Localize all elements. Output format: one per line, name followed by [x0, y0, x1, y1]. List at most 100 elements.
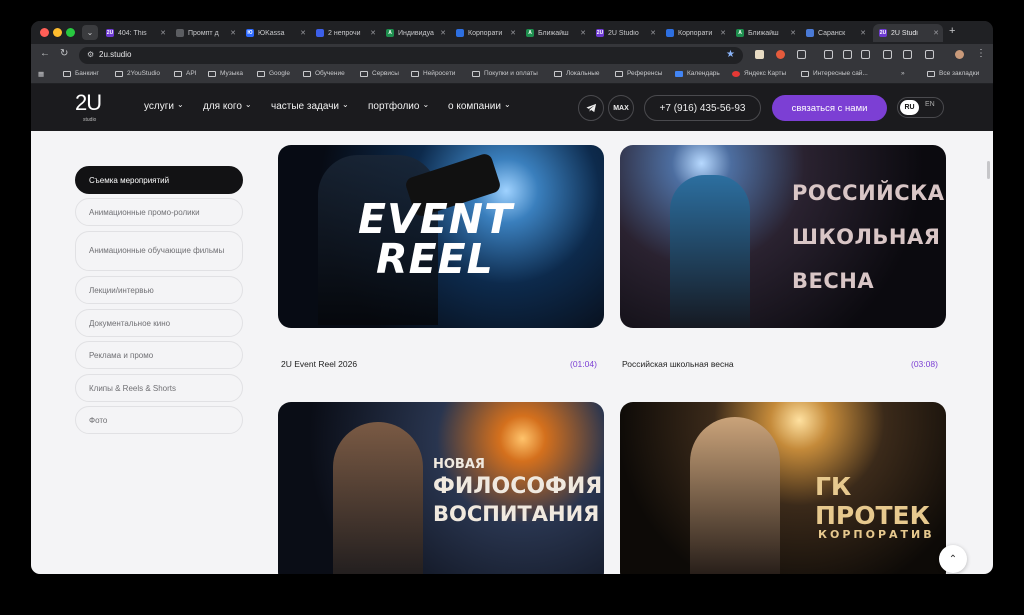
- bookmark-label: Интересные сай...: [813, 70, 868, 77]
- tab-favicon: A: [526, 29, 534, 37]
- browser-tab-active[interactable]: 2U 2U Studi ✕: [873, 24, 943, 42]
- bookmark-label: Google: [269, 70, 290, 77]
- language-en-option[interactable]: EN: [925, 101, 935, 108]
- extension-icon[interactable]: [861, 50, 870, 59]
- category-animated-promo[interactable]: Анимационные промо-ролики: [75, 198, 243, 226]
- profile-avatar[interactable]: [955, 50, 964, 59]
- tab-search-icon[interactable]: ⌄: [82, 25, 98, 40]
- extension-icon[interactable]: [776, 50, 785, 59]
- extension-icon[interactable]: [755, 50, 764, 59]
- bookmark-item[interactable]: Референсы: [615, 70, 662, 77]
- close-icon[interactable]: ✕: [580, 29, 586, 37]
- minimize-window-button[interactable]: [53, 28, 62, 37]
- url-text[interactable]: 2u.studio: [99, 50, 131, 59]
- nav-portfolio[interactable]: портфолио: [368, 101, 429, 112]
- bookmark-item[interactable]: Банкинг: [63, 70, 99, 77]
- browser-tab[interactable]: 2 непрочи ✕: [310, 24, 380, 42]
- nav-about[interactable]: о компании: [448, 101, 511, 112]
- nav-tasks[interactable]: частые задачи: [271, 101, 349, 112]
- close-icon[interactable]: ✕: [720, 29, 726, 37]
- language-switcher[interactable]: RU EN: [897, 97, 944, 118]
- browser-tab[interactable]: Корпорати ✕: [660, 24, 730, 42]
- scroll-to-top-button[interactable]: ⌃: [939, 545, 967, 573]
- browser-tab[interactable]: Саранск ✕: [800, 24, 870, 42]
- reload-icon[interactable]: ↻: [60, 48, 68, 59]
- video-title[interactable]: Российская школьная весна: [622, 359, 734, 369]
- page-scrollbar[interactable]: [987, 161, 990, 179]
- tab-favicon: Ю: [246, 29, 254, 37]
- bookmark-label: Календарь: [687, 70, 720, 77]
- category-animated-training[interactable]: Анимационные обучающие фильмы: [75, 231, 243, 271]
- category-ads-promo[interactable]: Реклама и промо: [75, 341, 243, 369]
- category-lectures-interviews[interactable]: Лекции/интервью: [75, 276, 243, 304]
- video-card-thumbnail[interactable]: EVENT REEL: [278, 145, 604, 328]
- browser-tab[interactable]: 2U 404: This ✕: [100, 24, 170, 42]
- bookmark-item[interactable]: Google: [257, 70, 290, 77]
- browser-tab[interactable]: Корпорати ✕: [450, 24, 520, 42]
- bookmark-item[interactable]: Сервисы: [360, 70, 399, 77]
- qr-icon[interactable]: [925, 50, 934, 59]
- browser-tab[interactable]: A Ближайш ✕: [730, 24, 800, 42]
- bookmark-item[interactable]: Покупки и оплаты: [472, 70, 538, 77]
- download-icon[interactable]: [824, 50, 833, 59]
- folder-icon: [554, 70, 562, 77]
- close-icon[interactable]: ✕: [510, 29, 516, 37]
- category-documentary[interactable]: Документальное кино: [75, 309, 243, 337]
- folder-icon: [411, 70, 419, 77]
- bookmark-item[interactable]: Все закладки: [927, 70, 979, 77]
- link-icon[interactable]: [883, 50, 892, 59]
- address-bar[interactable]: ⚙ 2u.studio ★: [79, 47, 743, 64]
- close-window-button[interactable]: [40, 28, 49, 37]
- browser-tab[interactable]: A Ближайш ✕: [520, 24, 590, 42]
- apps-grid-icon[interactable]: ▦: [38, 70, 44, 78]
- bookmark-star-icon[interactable]: ★: [726, 49, 735, 60]
- telegram-button[interactable]: [578, 95, 604, 121]
- close-icon[interactable]: ✕: [370, 29, 376, 37]
- close-icon[interactable]: ✕: [300, 29, 306, 37]
- more-bookmarks-icon[interactable]: »: [901, 70, 905, 77]
- browser-tab[interactable]: A Индивидуа ✕: [380, 24, 450, 42]
- browser-tab[interactable]: Ю ЮKassa ✕: [240, 24, 310, 42]
- site-info-icon[interactable]: ⚙: [87, 50, 94, 59]
- language-ru-option[interactable]: RU: [900, 100, 919, 115]
- close-icon[interactable]: ✕: [790, 29, 796, 37]
- translate-icon[interactable]: [903, 50, 912, 59]
- extension-icon[interactable]: [797, 50, 806, 59]
- bookmark-item[interactable]: Музыка: [208, 70, 243, 77]
- close-icon[interactable]: ✕: [230, 29, 236, 37]
- video-card-thumbnail[interactable]: РОССИЙСКАЯ ШКОЛЬНАЯ ВЕСНА: [620, 145, 946, 328]
- contact-us-button[interactable]: связаться с нами: [772, 95, 887, 121]
- close-icon[interactable]: ✕: [860, 29, 866, 37]
- bookmark-item[interactable]: API: [174, 70, 196, 77]
- video-title[interactable]: 2U Event Reel 2026: [281, 359, 357, 369]
- site-logo[interactable]: 2U: [75, 90, 102, 116]
- bookmark-item[interactable]: Яндекс Карты: [732, 70, 786, 77]
- category-event-filming[interactable]: Съемка мероприятий: [75, 166, 243, 194]
- close-icon[interactable]: ✕: [933, 29, 939, 37]
- bookmark-item[interactable]: Локальные: [554, 70, 600, 77]
- close-icon[interactable]: ✕: [650, 29, 656, 37]
- new-tab-icon[interactable]: +: [949, 25, 955, 37]
- category-clips-reels[interactable]: Клипы & Reels & Shorts: [75, 374, 243, 402]
- more-menu-icon[interactable]: ⋮: [976, 48, 986, 59]
- video-card-thumbnail[interactable]: НОВАЯ ФИЛОСОФИЯ ВОСПИТАНИЯ: [278, 402, 604, 574]
- browser-tab[interactable]: 2U 2U Studio ✕: [590, 24, 660, 42]
- bookmark-item[interactable]: Обучение: [303, 70, 345, 77]
- max-messenger-button[interactable]: MAX: [608, 95, 634, 121]
- bookmark-item[interactable]: Интересные сай...: [801, 70, 868, 77]
- nav-audience[interactable]: для кого: [203, 101, 252, 112]
- close-icon[interactable]: ✕: [160, 29, 166, 37]
- bookmark-item[interactable]: Календарь: [675, 70, 720, 77]
- video-card-thumbnail[interactable]: ГК ПРОТЕК КОРПОРАТИВ: [620, 402, 946, 574]
- nav-services[interactable]: услуги: [144, 101, 184, 112]
- bookmark-label: 2YouStudio: [127, 70, 161, 77]
- category-photo[interactable]: Фото: [75, 406, 243, 434]
- bookmark-item[interactable]: 2YouStudio: [115, 70, 160, 77]
- phone-button[interactable]: +7 (916) 435-56-93: [644, 95, 761, 121]
- bookmark-item[interactable]: Нейросети: [411, 70, 455, 77]
- maximize-window-button[interactable]: [66, 28, 75, 37]
- close-icon[interactable]: ✕: [440, 29, 446, 37]
- browser-tab[interactable]: Промпт д ✕: [170, 24, 240, 42]
- extension-icon[interactable]: [843, 50, 852, 59]
- back-icon[interactable]: ←: [40, 48, 50, 59]
